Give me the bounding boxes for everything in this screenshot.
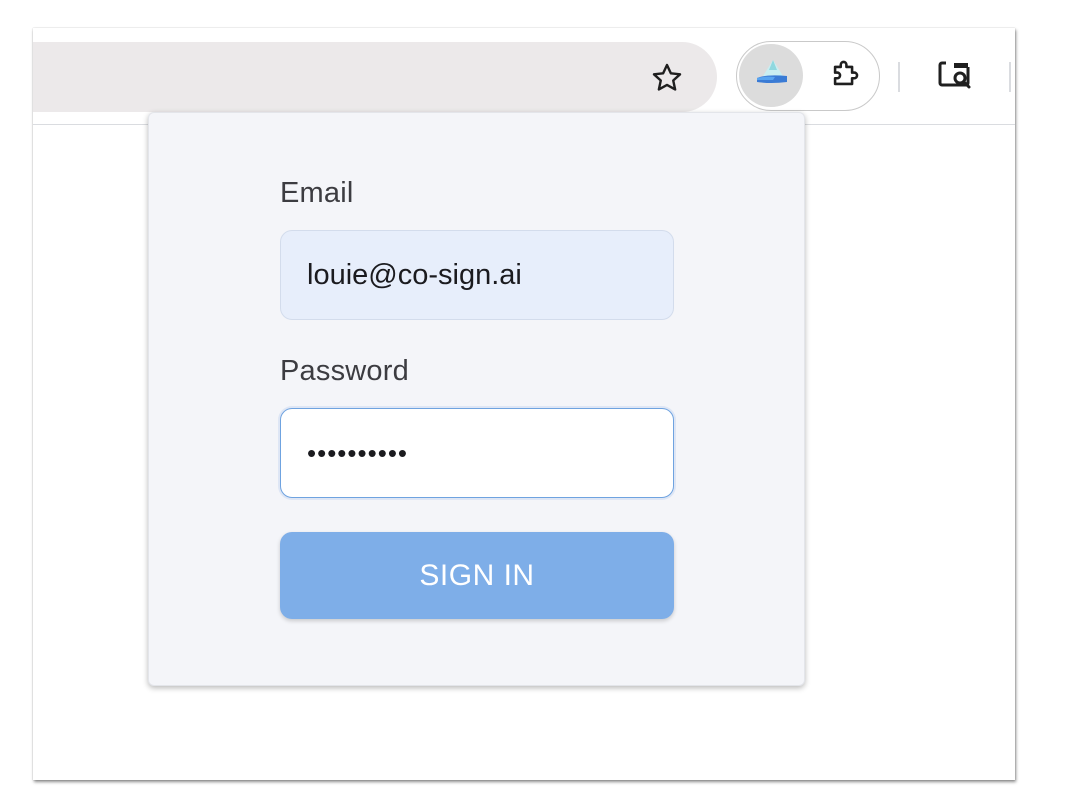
email-label: Email [280, 177, 354, 209]
address-bar[interactable] [33, 42, 717, 112]
co-sign-extension-button[interactable] [739, 44, 803, 107]
password-value: •••••••••• [307, 437, 409, 468]
puzzle-piece-icon [828, 57, 862, 96]
co-sign-extension-icon [753, 58, 789, 93]
sign-in-button[interactable]: SIGN IN [280, 532, 674, 619]
google-lens-button[interactable] [934, 58, 978, 98]
email-field[interactable]: louie@co-sign.ai [280, 230, 674, 320]
extensions-menu-button[interactable] [823, 54, 867, 98]
browser-window: Email louie@co-sign.ai Password ••••••••… [33, 28, 1015, 780]
screen: Email louie@co-sign.ai Password ••••••••… [0, 0, 1066, 810]
extension-pill [736, 41, 880, 111]
toolbar-divider [898, 62, 900, 92]
password-field[interactable]: •••••••••• [280, 408, 674, 498]
sign-in-label: SIGN IN [419, 558, 535, 592]
toolbar-divider [1009, 62, 1011, 92]
google-lens-icon [936, 59, 976, 98]
bookmark-star-icon[interactable] [645, 56, 689, 100]
browser-toolbar [33, 28, 1015, 125]
password-label: Password [280, 355, 409, 387]
email-value: louie@co-sign.ai [307, 258, 522, 291]
extension-login-popup: Email louie@co-sign.ai Password ••••••••… [148, 112, 805, 686]
